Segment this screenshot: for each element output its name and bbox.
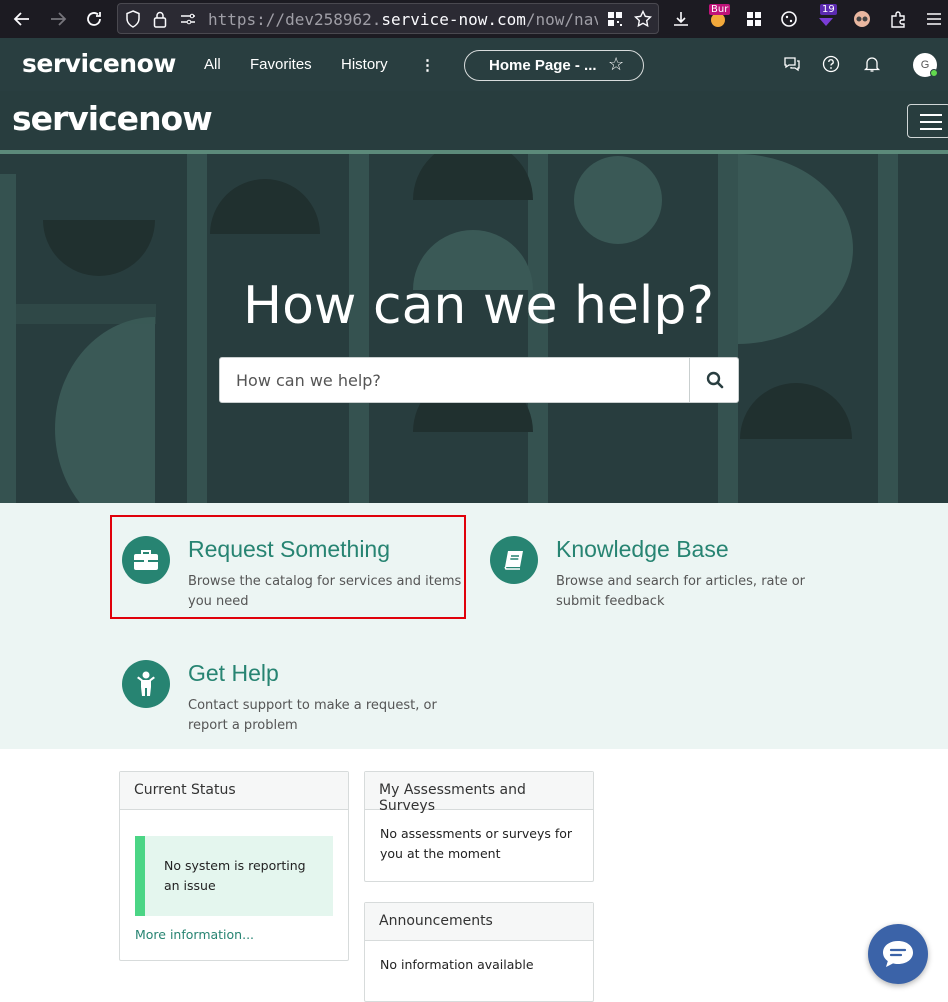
search-icon xyxy=(706,371,723,389)
search-button[interactable] xyxy=(689,358,739,402)
nav-all[interactable]: All xyxy=(204,56,221,73)
hero-title: How can we help? xyxy=(243,276,714,336)
current-status-panel: Current Status No system is reporting an… xyxy=(119,771,349,961)
back-arrow-icon[interactable] xyxy=(12,9,32,29)
knowledge-base-card[interactable]: Knowledge Base Browse and search for art… xyxy=(490,536,830,616)
extension-badge-count: 19 xyxy=(820,4,837,15)
hero-banner: How can we help? xyxy=(0,154,948,503)
favorite-star-icon[interactable]: ☆ xyxy=(608,54,624,75)
notifications-bell-icon[interactable] xyxy=(863,55,883,75)
shield-icon[interactable] xyxy=(123,9,143,29)
get-help-card[interactable]: Get Help Contact support to make a reque… xyxy=(122,660,462,740)
hamburger-menu-button[interactable] xyxy=(907,104,948,138)
bookmark-star-icon[interactable] xyxy=(633,9,653,29)
portal-header: servicenow xyxy=(0,91,948,153)
url-bar[interactable]: https://dev258962.service-now.com/now/na… xyxy=(117,3,659,34)
extension-badge-bur: Bur xyxy=(709,4,731,15)
highlight-annotation xyxy=(110,515,466,619)
search-input[interactable] xyxy=(220,358,689,402)
get-help-desc: Contact support to make a request, or re… xyxy=(188,698,437,733)
extension-glasses-icon[interactable] xyxy=(852,9,872,29)
help-icon[interactable] xyxy=(822,55,842,75)
extensions-grid-icon[interactable] xyxy=(744,9,764,29)
announcements-panel: Announcements No information available xyxy=(364,902,594,1002)
nav-more-menu[interactable]: ⋮ xyxy=(420,56,435,74)
home-page-pill-label: Home Page - ... xyxy=(489,57,597,74)
search-box xyxy=(219,357,739,403)
current-status-title: Current Status xyxy=(120,772,348,810)
reload-icon[interactable] xyxy=(84,9,104,29)
qr-code-icon[interactable] xyxy=(605,9,625,29)
puzzle-icon[interactable] xyxy=(888,9,908,29)
servicenow-logo[interactable]: servicenow xyxy=(22,49,176,78)
get-help-title[interactable]: Get Help xyxy=(188,660,279,687)
online-status-dot xyxy=(930,69,938,77)
knowledge-base-title[interactable]: Knowledge Base xyxy=(556,536,729,563)
portal-logo[interactable]: servicenow xyxy=(12,99,213,138)
cookie-icon[interactable] xyxy=(779,9,799,29)
nav-favorites[interactable]: Favorites xyxy=(250,56,312,73)
assessments-title: My Assessments and Surveys xyxy=(365,772,593,814)
browser-toolbar: https://dev258962.service-now.com/now/na… xyxy=(0,0,948,38)
home-page-pill[interactable]: Home Page - ... ☆ xyxy=(464,50,644,81)
announcements-title: Announcements xyxy=(365,903,593,941)
lock-icon[interactable] xyxy=(150,9,170,29)
servicenow-top-nav: servicenow All Favorites History ⋮ Home … xyxy=(0,38,948,91)
nav-history[interactable]: History xyxy=(341,56,388,73)
more-information-link[interactable]: More information... xyxy=(135,927,254,942)
permissions-icon[interactable] xyxy=(178,9,198,29)
person-icon xyxy=(122,660,170,708)
assessments-panel: My Assessments and Surveys No assessment… xyxy=(364,771,594,882)
url-text: https://dev258962.service-now.com/now/na… xyxy=(208,10,598,29)
announcements-body: No information available xyxy=(380,957,534,972)
download-icon[interactable] xyxy=(671,9,691,29)
status-message: No system is reporting an issue xyxy=(135,836,333,916)
menu-icon[interactable] xyxy=(924,9,944,29)
forward-arrow-icon[interactable] xyxy=(48,9,68,29)
chat-bubble-icon xyxy=(883,941,913,967)
knowledge-base-desc: Browse and search for articles, rate or … xyxy=(556,574,806,609)
book-icon xyxy=(490,536,538,584)
assessments-body: No assessments or surveys for you at the… xyxy=(380,826,573,861)
virtual-agent-chat-button[interactable] xyxy=(868,924,928,984)
chat-bubbles-icon[interactable] xyxy=(783,55,803,75)
